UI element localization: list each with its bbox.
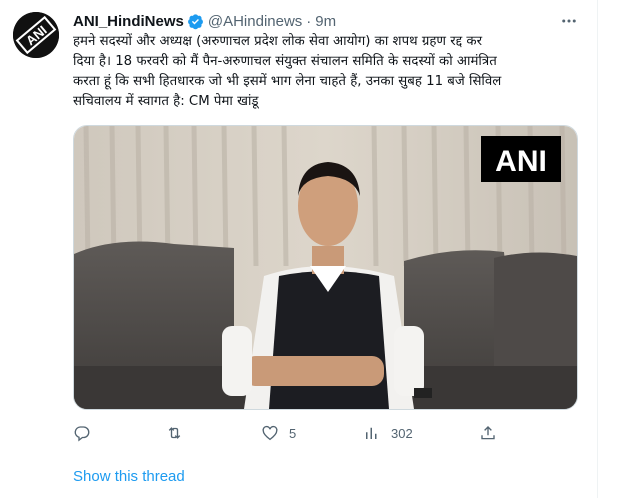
timeline-divider	[597, 0, 598, 498]
tweet-media-video[interactable]: ANI	[73, 125, 578, 410]
tweet-text: हमने सदस्यों और अध्यक्ष (अरुणाचल प्रदेश …	[73, 32, 578, 112]
reply-icon	[74, 426, 90, 442]
media-watermark: ANI	[495, 145, 547, 178]
retweet-button[interactable]	[165, 423, 194, 443]
like-count: 5	[289, 425, 297, 441]
views-button[interactable]: 302	[363, 423, 413, 443]
author-name[interactable]: ANI_HindiNews	[73, 13, 184, 30]
show-thread-link[interactable]: Show this thread	[73, 468, 185, 485]
tweet-text-line: करता हूं कि सभी हितधारक जो भी इसमें भाग …	[73, 74, 502, 89]
separator-dot: ·	[306, 12, 312, 30]
share-button[interactable]	[479, 423, 507, 443]
ellipsis-icon	[562, 19, 576, 23]
like-button[interactable]: 5	[261, 423, 296, 443]
tweet-text-line: हमने सदस्यों और अध्यक्ष (अरुणाचल प्रदेश …	[73, 34, 483, 49]
heart-icon	[262, 425, 278, 441]
author-handle[interactable]: @AHindinews	[208, 13, 302, 30]
tweet-header: ANI_HindiNews @AHindinews · 9m	[73, 11, 336, 31]
reply-button[interactable]	[73, 423, 101, 443]
share-icon	[481, 426, 495, 440]
views-icon	[366, 427, 377, 439]
retweet-icon	[168, 427, 181, 439]
views-count: 302	[391, 425, 413, 441]
tweet-text-line: सचिवालय में स्वागत है: CM पेमा खांडू	[73, 94, 259, 109]
avatar[interactable]: ANI	[13, 12, 59, 58]
tweet-text-line: दिया है। 18 फरवरी को मैं पैन-अरुणाचल संय…	[73, 54, 497, 69]
verified-badge-icon	[187, 13, 204, 30]
tweet-actions-bar: 5 302	[73, 423, 503, 443]
video-still-image: ANI	[74, 126, 577, 409]
tweet-timestamp[interactable]: 9m	[315, 13, 336, 30]
more-options-button[interactable]	[558, 11, 580, 31]
ani-logo-icon: ANI	[13, 12, 59, 58]
